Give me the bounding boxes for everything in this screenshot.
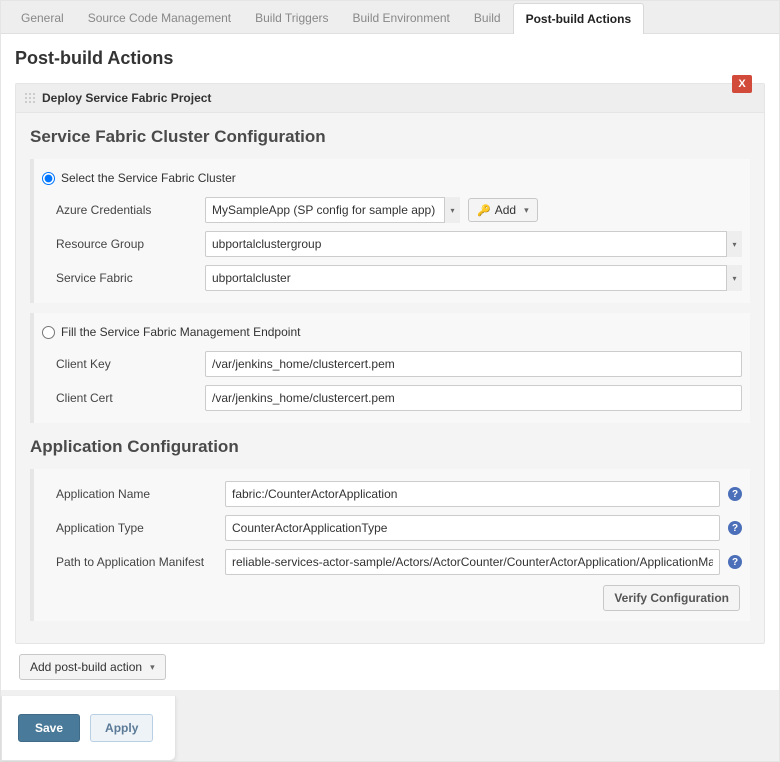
app-name-row: Application Name ? bbox=[42, 477, 742, 511]
client-key-row: Client Key bbox=[42, 347, 742, 381]
resource-group-select[interactable]: ubportalclustergroup bbox=[205, 231, 742, 257]
save-button[interactable]: Save bbox=[18, 714, 80, 742]
tab-build[interactable]: Build bbox=[462, 3, 513, 33]
service-fabric-row: Service Fabric ubportalcluster ▾ bbox=[42, 261, 742, 295]
manifest-path-input[interactable] bbox=[225, 549, 720, 575]
tab-build-triggers[interactable]: Build Triggers bbox=[243, 3, 340, 33]
select-cluster-radio-row: Select the Service Fabric Cluster bbox=[42, 167, 742, 193]
service-fabric-label: Service Fabric bbox=[42, 271, 197, 285]
manifest-path-label: Path to Application Manifest bbox=[42, 555, 217, 569]
config-tabs: General Source Code Management Build Tri… bbox=[1, 1, 779, 34]
drag-handle-icon[interactable] bbox=[24, 92, 36, 104]
save-apply-bar: Save Apply bbox=[1, 696, 176, 761]
tab-build-environment[interactable]: Build Environment bbox=[341, 3, 462, 33]
add-post-build-row: Add post-build action bbox=[15, 644, 765, 684]
app-name-label: Application Name bbox=[42, 487, 217, 501]
select-cluster-radio[interactable] bbox=[42, 172, 55, 185]
app-config-panel: Application Name ? Application Type ? Pa… bbox=[30, 469, 750, 621]
azure-credentials-select[interactable]: MySampleApp (SP config for sample app) bbox=[205, 197, 460, 223]
add-credentials-label: Add bbox=[495, 203, 516, 217]
cluster-config-section: Service Fabric Cluster Configuration Sel… bbox=[16, 127, 764, 423]
tab-post-build-actions[interactable]: Post-build Actions bbox=[513, 3, 645, 34]
manifest-path-row: Path to Application Manifest ? bbox=[42, 545, 742, 579]
tab-general[interactable]: General bbox=[9, 3, 76, 33]
fill-endpoint-radio[interactable] bbox=[42, 326, 55, 339]
step-header[interactable]: Deploy Service Fabric Project bbox=[16, 84, 764, 113]
client-key-label: Client Key bbox=[42, 357, 197, 371]
cluster-endpoint-panel: Fill the Service Fabric Management Endpo… bbox=[30, 313, 750, 423]
client-cert-label: Client Cert bbox=[42, 391, 197, 405]
apply-button[interactable]: Apply bbox=[90, 714, 153, 742]
cluster-config-heading: Service Fabric Cluster Configuration bbox=[30, 127, 750, 147]
app-config-section: Application Configuration Application Na… bbox=[16, 437, 764, 621]
step-title: Deploy Service Fabric Project bbox=[42, 91, 211, 105]
help-icon[interactable]: ? bbox=[728, 521, 742, 535]
fill-endpoint-radio-row: Fill the Service Fabric Management Endpo… bbox=[42, 321, 742, 347]
verify-row: Verify Configuration bbox=[42, 579, 742, 613]
add-post-build-label: Add post-build action bbox=[30, 660, 142, 674]
config-body: Post-build Actions X Deploy Service Fabr… bbox=[1, 34, 779, 686]
add-post-build-action-button[interactable]: Add post-build action bbox=[19, 654, 166, 680]
resource-group-row: Resource Group ubportalclustergroup ▾ bbox=[42, 227, 742, 261]
tab-scm[interactable]: Source Code Management bbox=[76, 3, 243, 33]
jenkins-job-config-page: General Source Code Management Build Tri… bbox=[0, 0, 780, 762]
app-type-row: Application Type ? bbox=[42, 511, 742, 545]
page-title: Post-build Actions bbox=[15, 48, 765, 69]
deploy-service-fabric-step: X Deploy Service Fabric Project Service … bbox=[15, 83, 765, 644]
delete-step-button[interactable]: X bbox=[732, 75, 752, 93]
help-icon[interactable]: ? bbox=[728, 487, 742, 501]
app-config-heading: Application Configuration bbox=[30, 437, 750, 457]
client-cert-input[interactable] bbox=[205, 385, 742, 411]
help-icon[interactable]: ? bbox=[728, 555, 742, 569]
app-type-input[interactable] bbox=[225, 515, 720, 541]
select-cluster-radio-label: Select the Service Fabric Cluster bbox=[61, 171, 236, 185]
fill-endpoint-radio-label: Fill the Service Fabric Management Endpo… bbox=[61, 325, 300, 339]
verify-configuration-button[interactable]: Verify Configuration bbox=[603, 585, 740, 611]
add-credentials-button[interactable]: 🔑 Add bbox=[468, 198, 538, 222]
cluster-select-panel: Select the Service Fabric Cluster Azure … bbox=[30, 159, 750, 303]
azure-credentials-label: Azure Credentials bbox=[42, 203, 197, 217]
service-fabric-select[interactable]: ubportalcluster bbox=[205, 265, 742, 291]
azure-credentials-row: Azure Credentials MySampleApp (SP config… bbox=[42, 193, 742, 227]
client-key-input[interactable] bbox=[205, 351, 742, 377]
resource-group-label: Resource Group bbox=[42, 237, 197, 251]
app-name-input[interactable] bbox=[225, 481, 720, 507]
app-type-label: Application Type bbox=[42, 521, 217, 535]
key-icon: 🔑 bbox=[477, 204, 491, 217]
client-cert-row: Client Cert bbox=[42, 381, 742, 415]
